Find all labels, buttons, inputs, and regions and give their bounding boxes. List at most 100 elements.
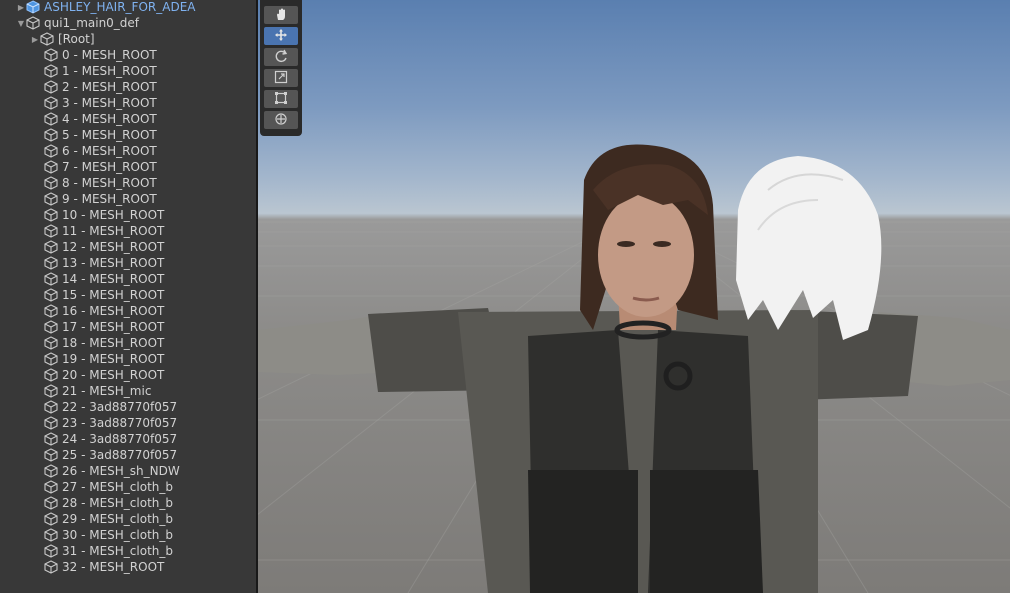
cube-icon [44,480,58,494]
hierarchy-item-label: 7 - MESH_ROOT [62,160,157,174]
hierarchy-item-label: 30 - MESH_cloth_b [62,528,174,542]
hierarchy-item[interactable]: ▶ ASHLEY_HAIR_FOR_ADEA [0,0,256,15]
expand-arrow-down-icon[interactable]: ▼ [16,18,26,28]
rotate-tool-button[interactable] [264,48,298,66]
hierarchy-item[interactable]: 26 - MESH_sh_NDW [0,463,256,479]
hierarchy-item-label: 3 - MESH_ROOT [62,96,157,110]
hierarchy-item-label: [Root] [58,32,95,46]
hierarchy-item-label: 11 - MESH_ROOT [62,224,165,238]
rect-icon [274,90,288,109]
cube-icon [44,400,58,414]
cube-icon [44,80,58,94]
expand-arrow-right-icon[interactable]: ▶ [30,34,40,44]
hierarchy-item[interactable]: 24 - 3ad88770f057 [0,431,256,447]
cube-icon [40,32,54,46]
hierarchy-item[interactable]: 4 - MESH_ROOT [0,111,256,127]
prefab-cube-icon [26,0,40,14]
hierarchy-item[interactable]: 15 - MESH_ROOT [0,287,256,303]
hierarchy-item-label: 2 - MESH_ROOT [62,80,157,94]
cube-icon [44,224,58,238]
hierarchy-item[interactable]: 10 - MESH_ROOT [0,207,256,223]
cube-icon [44,352,58,366]
hierarchy-item[interactable]: 27 - MESH_cloth_b [0,479,256,495]
hierarchy-item-label: 32 - MESH_ROOT [62,560,165,574]
hierarchy-item[interactable]: 23 - 3ad88770f057 [0,415,256,431]
hierarchy-item[interactable]: 31 - MESH_cloth_b [0,543,256,559]
hierarchy-item[interactable]: 19 - MESH_ROOT [0,351,256,367]
rotate-icon [274,48,288,67]
cube-icon [44,160,58,174]
hierarchy-item[interactable]: 5 - MESH_ROOT [0,127,256,143]
cube-icon [44,528,58,542]
transform-icon [274,111,288,130]
cube-icon [44,432,58,446]
hierarchy-item[interactable]: 20 - MESH_ROOT [0,367,256,383]
hierarchy-item-label: 13 - MESH_ROOT [62,256,165,270]
hierarchy-item-label: 24 - 3ad88770f057 [62,432,178,446]
hierarchy-item-label: 23 - 3ad88770f057 [62,416,178,430]
cube-icon [44,176,58,190]
hierarchy-item[interactable]: ▼ qui1_main0_def [0,15,256,31]
hierarchy-item-label: 1 - MESH_ROOT [62,64,157,78]
hierarchy-item-label: 17 - MESH_ROOT [62,320,165,334]
hierarchy-item[interactable]: 12 - MESH_ROOT [0,239,256,255]
hierarchy-item[interactable]: 30 - MESH_cloth_b [0,527,256,543]
cube-icon [44,240,58,254]
hierarchy-item-label: 8 - MESH_ROOT [62,176,157,190]
hierarchy-item[interactable]: 11 - MESH_ROOT [0,223,256,239]
scene-tool-palette [260,0,302,136]
cube-icon [44,384,58,398]
scale-tool-button[interactable] [264,69,298,87]
hierarchy-item-label: 14 - MESH_ROOT [62,272,165,286]
hierarchy-item[interactable]: 13 - MESH_ROOT [0,255,256,271]
hierarchy-item-label: 10 - MESH_ROOT [62,208,165,222]
cube-icon [44,48,58,62]
hierarchy-item-label: 12 - MESH_ROOT [62,240,165,254]
cube-icon [44,256,58,270]
hierarchy-item-label: 18 - MESH_ROOT [62,336,165,350]
rect-tool-button[interactable] [264,90,298,108]
hierarchy-item-label: 15 - MESH_ROOT [62,288,165,302]
hierarchy-item-label: 20 - MESH_ROOT [62,368,165,382]
transform-tool-button[interactable] [264,111,298,129]
hierarchy-item-label: 26 - MESH_sh_NDW [62,464,180,478]
cube-icon [44,512,58,526]
hierarchy-item[interactable]: ▶ [Root] [0,31,256,47]
hierarchy-item[interactable]: 7 - MESH_ROOT [0,159,256,175]
hierarchy-item[interactable]: 2 - MESH_ROOT [0,79,256,95]
hierarchy-item[interactable]: 29 - MESH_cloth_b [0,511,256,527]
hand-tool-button[interactable] [264,6,298,24]
scene-view[interactable] [258,0,1010,593]
hierarchy-item[interactable]: 21 - MESH_mic [0,383,256,399]
hierarchy-item[interactable]: 6 - MESH_ROOT [0,143,256,159]
hierarchy-item[interactable]: 9 - MESH_ROOT [0,191,256,207]
hierarchy-item[interactable]: 25 - 3ad88770f057 [0,447,256,463]
cube-icon [44,96,58,110]
hierarchy-item[interactable]: 8 - MESH_ROOT [0,175,256,191]
cube-icon [44,112,58,126]
hierarchy-item[interactable]: 28 - MESH_cloth_b [0,495,256,511]
cube-icon [44,288,58,302]
cube-icon [44,416,58,430]
cube-icon [44,496,58,510]
hierarchy-item[interactable]: 18 - MESH_ROOT [0,335,256,351]
move-tool-button[interactable] [264,27,298,45]
hierarchy-item[interactable]: 1 - MESH_ROOT [0,63,256,79]
hierarchy-item-label: 4 - MESH_ROOT [62,112,157,126]
cube-icon [44,464,58,478]
hierarchy-item[interactable]: 17 - MESH_ROOT [0,319,256,335]
hierarchy-item[interactable]: 14 - MESH_ROOT [0,271,256,287]
cube-icon [44,128,58,142]
hierarchy-item-label: 5 - MESH_ROOT [62,128,157,142]
hierarchy-item[interactable]: 22 - 3ad88770f057 [0,399,256,415]
hand-icon [274,6,288,25]
expand-arrow-right-icon[interactable]: ▶ [16,2,26,12]
hierarchy-item-label: 9 - MESH_ROOT [62,192,157,206]
hierarchy-item[interactable]: 32 - MESH_ROOT [0,559,256,575]
hierarchy-item[interactable]: 16 - MESH_ROOT [0,303,256,319]
cube-icon [44,448,58,462]
hierarchy-item[interactable]: 3 - MESH_ROOT [0,95,256,111]
hierarchy-item-label: 21 - MESH_mic [62,384,152,398]
cube-icon [44,560,58,574]
hierarchy-item[interactable]: 0 - MESH_ROOT [0,47,256,63]
